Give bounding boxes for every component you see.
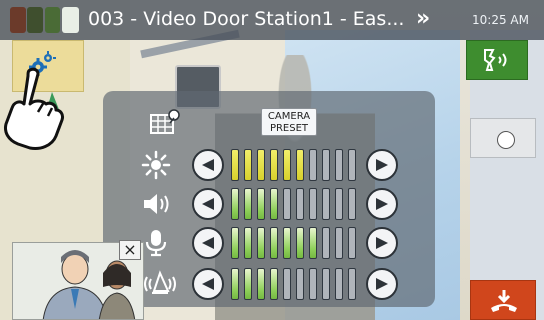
camera-preset-button[interactable]: CAMERA PRESET — [261, 108, 317, 136]
close-icon: × — [123, 240, 137, 259]
level-segment — [296, 188, 304, 220]
speaker-volume-decrease-button[interactable] — [192, 188, 224, 220]
level-segment — [322, 268, 330, 300]
level-segment — [283, 149, 291, 181]
level-segment — [244, 149, 252, 181]
camera-preset-grid-icon[interactable] — [150, 109, 182, 135]
end-call-button[interactable] — [470, 280, 536, 320]
level-segment — [322, 227, 330, 259]
sub-screen-close-button[interactable]: × — [119, 240, 141, 260]
triangle-right-icon — [376, 237, 388, 249]
speaker-volume-increase-button[interactable] — [366, 188, 398, 220]
brightness-increase-button[interactable] — [366, 149, 398, 181]
level-segment — [270, 268, 278, 300]
adjust-row-microphone-volume — [103, 225, 435, 261]
status-block-icon — [10, 7, 26, 33]
level-segment — [309, 268, 317, 300]
camera-preset-label: CAMERA PRESET — [267, 111, 311, 134]
level-segment — [309, 149, 317, 181]
hang-up-icon — [491, 290, 517, 312]
top-bar: 003 - Video Door Station1 - Eas... » 10:… — [0, 0, 544, 40]
clock: 10:25 AM — [472, 13, 529, 27]
speaker-volume-level-meter — [231, 188, 363, 220]
triangle-right-icon — [376, 198, 388, 210]
level-segment — [231, 149, 239, 181]
level-segment — [296, 227, 304, 259]
level-segment — [335, 188, 343, 220]
level-segment — [231, 227, 239, 259]
level-segment — [270, 188, 278, 220]
triangle-left-icon — [202, 278, 214, 290]
brightness-decrease-button[interactable] — [192, 149, 224, 181]
level-segment — [309, 227, 317, 259]
triangle-right-icon — [376, 278, 388, 290]
double-chevron-right-icon[interactable]: » — [416, 6, 430, 31]
triangle-left-icon — [202, 198, 214, 210]
brightness-level-meter — [231, 149, 363, 181]
level-segment — [296, 149, 304, 181]
level-segment — [244, 227, 252, 259]
level-segment — [335, 268, 343, 300]
level-segment — [244, 188, 252, 220]
status-block-icon — [45, 7, 60, 33]
pointing-hand-icon — [4, 67, 64, 150]
talk-button[interactable] — [466, 40, 528, 80]
level-segment — [244, 268, 252, 300]
level-segment — [322, 149, 330, 181]
talk-icon — [484, 49, 507, 71]
ringtone-volume-level-meter — [231, 268, 363, 300]
adjust-row-ringtone-volume — [103, 266, 435, 302]
sun-icon — [141, 150, 181, 180]
level-segment — [270, 227, 278, 259]
level-segment — [348, 268, 356, 300]
bell-icon — [141, 269, 181, 299]
level-segment — [348, 227, 356, 259]
level-segment — [335, 227, 343, 259]
microphone-icon — [141, 228, 181, 258]
level-segment — [257, 149, 265, 181]
ringtone-volume-increase-button[interactable] — [366, 268, 398, 300]
level-segment — [309, 188, 317, 220]
level-segment — [270, 149, 278, 181]
triangle-left-icon — [202, 159, 214, 171]
level-segment — [283, 188, 291, 220]
status-block-icon — [27, 7, 43, 33]
ringtone-volume-decrease-button[interactable] — [192, 268, 224, 300]
level-segment — [257, 188, 265, 220]
microphone-volume-increase-button[interactable] — [366, 227, 398, 259]
microphone-volume-level-meter — [231, 227, 363, 259]
level-segment — [335, 149, 343, 181]
shutter-button[interactable] — [470, 118, 536, 158]
level-segment — [348, 188, 356, 220]
speaker-icon — [141, 189, 181, 219]
level-segment — [231, 268, 239, 300]
shutter-icon — [497, 131, 515, 149]
level-segment — [348, 149, 356, 181]
level-segment — [283, 227, 291, 259]
status-block-icon — [62, 7, 79, 33]
microphone-volume-decrease-button[interactable] — [192, 227, 224, 259]
triangle-right-icon — [376, 159, 388, 171]
intercom-screen: 003 - Video Door Station1 - Eas... » 10:… — [0, 0, 544, 320]
adjustment-panel: CAMERA PRESET — [103, 91, 435, 307]
level-segment — [296, 268, 304, 300]
level-segment — [231, 188, 239, 220]
level-segment — [283, 268, 291, 300]
adjust-row-brightness — [103, 147, 435, 183]
level-segment — [322, 188, 330, 220]
adjust-row-speaker-volume — [103, 186, 435, 222]
level-segment — [257, 227, 265, 259]
level-segment — [257, 268, 265, 300]
triangle-left-icon — [202, 237, 214, 249]
station-title: 003 - Video Door Station1 - Eas... — [88, 8, 405, 30]
